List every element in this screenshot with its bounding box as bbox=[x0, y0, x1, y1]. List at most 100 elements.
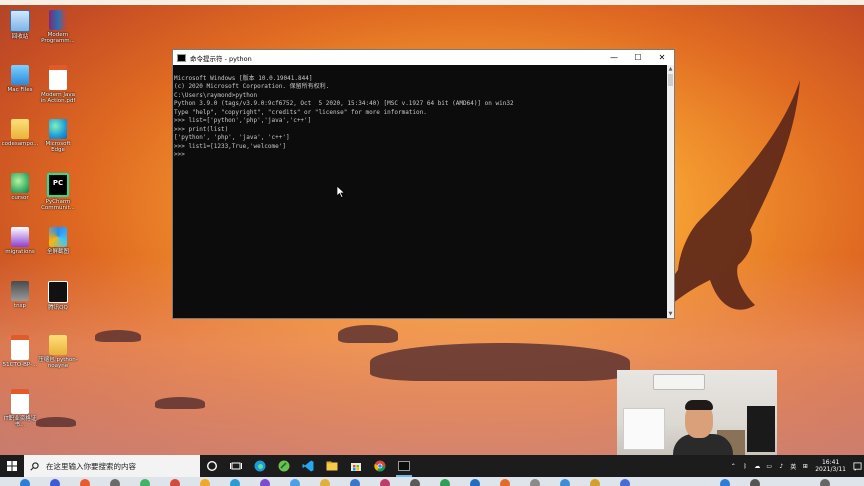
dock-app-icon[interactable] bbox=[260, 479, 270, 486]
archive-icon bbox=[49, 335, 67, 355]
dock-app-icon[interactable] bbox=[320, 479, 330, 486]
network-icon[interactable]: ▭ bbox=[764, 463, 774, 470]
dock-app-icon[interactable] bbox=[140, 479, 150, 486]
desktop-icon-label: codesampo... bbox=[1, 141, 39, 147]
desktop-icon-label: 压缩包 python-noayne bbox=[38, 357, 78, 369]
taskbar-clock[interactable]: 16:41 2021/3/11 bbox=[815, 459, 846, 474]
edge-icon bbox=[49, 119, 67, 139]
desktop-icon-label: cursor bbox=[11, 195, 29, 201]
cmd-window[interactable]: 命令提示符 - python — ☐ ✕ Microsoft Windows [… bbox=[172, 49, 675, 319]
dock-app-icon[interactable] bbox=[560, 479, 570, 486]
dock-app-icon[interactable] bbox=[530, 479, 540, 486]
volume-icon[interactable]: ♪ bbox=[776, 463, 786, 470]
vscode-icon bbox=[302, 460, 314, 472]
maximize-button[interactable]: ☐ bbox=[626, 50, 650, 65]
taskbar-terminal[interactable] bbox=[392, 455, 416, 477]
search-input[interactable] bbox=[44, 460, 198, 472]
ime-mode-icon[interactable]: ⊞ bbox=[800, 463, 810, 470]
scroll-thumb[interactable] bbox=[668, 74, 673, 86]
taskbar-cortana[interactable] bbox=[200, 455, 224, 477]
desktop-icon-tnsp[interactable]: tnsp bbox=[0, 281, 40, 309]
taskbar-chrome[interactable] bbox=[368, 455, 392, 477]
console-line: Type "help", "copyright", "credits" or "… bbox=[174, 108, 427, 116]
scroll-down-icon[interactable]: ▼ bbox=[667, 310, 674, 318]
taskbar-cursor-app[interactable] bbox=[272, 455, 296, 477]
console-line: >>> list1=[1233,True,'welcome'] bbox=[174, 142, 286, 150]
close-button[interactable]: ✕ bbox=[650, 50, 674, 65]
desktop-icon-mac-files[interactable]: Mac Files bbox=[0, 65, 40, 93]
desktop-icon-51cto[interactable]: 51CTO-BP-... bbox=[0, 335, 40, 368]
dock-app-icon[interactable] bbox=[110, 479, 120, 486]
desktop-icon-label: 全屏截图 bbox=[46, 249, 69, 255]
dock-app-icon[interactable] bbox=[720, 479, 730, 486]
dock-app-icon[interactable] bbox=[620, 479, 630, 486]
dock-app-icon[interactable] bbox=[290, 479, 300, 486]
desktop-icon-microsoft-edge[interactable]: Microsoft Edge bbox=[38, 119, 78, 153]
cmd-titlebar[interactable]: 命令提示符 - python — ☐ ✕ bbox=[173, 50, 674, 65]
desktop-icon-label: 回收站 bbox=[11, 34, 29, 40]
taskbar-task-view[interactable] bbox=[224, 455, 248, 477]
windows-logo-icon bbox=[7, 461, 17, 471]
chrome-icon bbox=[374, 460, 386, 472]
bluetooth-icon[interactable]: ᛒ bbox=[740, 463, 750, 470]
console-prompt-line[interactable]: >>> bbox=[174, 151, 668, 160]
desktop-icon-label: Modern Java in Action.pdf bbox=[40, 92, 76, 104]
console-line: (c) 2020 Microsoft Corporation. 保留所有权利. bbox=[174, 83, 330, 90]
dock-app-icon[interactable] bbox=[200, 479, 210, 486]
taskbar-vscode[interactable] bbox=[296, 455, 320, 477]
dock-app-icon[interactable] bbox=[230, 479, 240, 486]
chevron-up-icon[interactable]: ⌃ bbox=[728, 463, 738, 470]
dock-app-icon[interactable] bbox=[470, 479, 480, 486]
search-icon bbox=[30, 461, 39, 471]
desktop-icon-modern-java-pdf[interactable]: Modern Java in Action.pdf bbox=[38, 65, 78, 104]
dock-app-icon[interactable] bbox=[380, 479, 390, 486]
minimize-button[interactable]: — bbox=[602, 50, 626, 65]
start-button[interactable] bbox=[0, 455, 24, 477]
desktop-icon-migrations[interactable]: migrations bbox=[0, 227, 40, 255]
desktop-icon-qq[interactable]: 腾讯QQ bbox=[38, 281, 78, 311]
console-line: >>> list=['python','php','java','c++'] bbox=[174, 117, 312, 124]
bird-silhouette bbox=[660, 80, 800, 315]
dock-app-icon[interactable] bbox=[500, 479, 510, 486]
taskbar-file-explorer[interactable] bbox=[320, 455, 344, 477]
dock-app-icon[interactable] bbox=[820, 479, 830, 486]
notification-icon bbox=[852, 461, 862, 471]
taskbar-store[interactable] bbox=[344, 455, 368, 477]
dock-app-icon[interactable] bbox=[750, 479, 760, 486]
dock-app-icon[interactable] bbox=[20, 479, 30, 486]
ime-indicator[interactable]: 英 bbox=[788, 462, 798, 471]
dock-app-icon[interactable] bbox=[590, 479, 600, 486]
dock-app-icon[interactable] bbox=[410, 479, 420, 486]
cursor-app-icon bbox=[11, 173, 29, 193]
dock-app-icon[interactable] bbox=[50, 479, 60, 486]
scroll-up-icon[interactable]: ▲ bbox=[667, 65, 674, 73]
vertical-scrollbar[interactable]: ▲ ▼ bbox=[667, 65, 674, 318]
desktop-icon-modern-programming[interactable]: Modern Programm... bbox=[38, 10, 78, 44]
taskbar-search-box[interactable] bbox=[24, 455, 200, 477]
desktop-icon-codesampo[interactable]: codesampo... bbox=[0, 119, 40, 147]
desktop-icon-label: Modern Programm... bbox=[41, 32, 75, 44]
desktop-icon-cursor[interactable]: cursor bbox=[0, 173, 40, 201]
recycle-bin-icon bbox=[10, 10, 30, 32]
desktop-icon-recycle-bin[interactable]: 回收站 bbox=[0, 10, 40, 40]
island-shape bbox=[95, 330, 141, 342]
dock-app-icon[interactable] bbox=[350, 479, 360, 486]
dock-app-icon[interactable] bbox=[80, 479, 90, 486]
desktop-icon-it-cert[interactable]: IT职业资格证书... bbox=[0, 389, 40, 428]
dock-app-icon[interactable] bbox=[170, 479, 180, 486]
secondary-dock-strip bbox=[0, 477, 864, 486]
desktop-icon-label: 51CTO-BP-... bbox=[2, 362, 38, 368]
dock-app-icon[interactable] bbox=[440, 479, 450, 486]
desktop-icon-screenshot[interactable]: 全屏截图 bbox=[38, 227, 78, 255]
desktop-icon-archive[interactable]: 压缩包 python-noayne bbox=[38, 335, 78, 369]
desktop-icon-label: 腾讯QQ bbox=[48, 305, 68, 311]
console-output[interactable]: Microsoft Windows [版本 10.0.19041.844] (c)… bbox=[173, 65, 668, 318]
cloud-icon[interactable]: ☁ bbox=[752, 463, 762, 470]
taskbar-edge[interactable] bbox=[248, 455, 272, 477]
notification-center[interactable] bbox=[850, 455, 864, 477]
desktop-icon-pycharm[interactable]: PC PyCharm Communit... bbox=[38, 173, 78, 211]
console-line: Microsoft Windows [版本 10.0.19041.844] bbox=[174, 74, 313, 82]
file-explorer-icon bbox=[326, 461, 338, 471]
desktop-icon-label: IT职业资格证书... bbox=[3, 416, 37, 428]
pdf-icon bbox=[11, 335, 29, 360]
